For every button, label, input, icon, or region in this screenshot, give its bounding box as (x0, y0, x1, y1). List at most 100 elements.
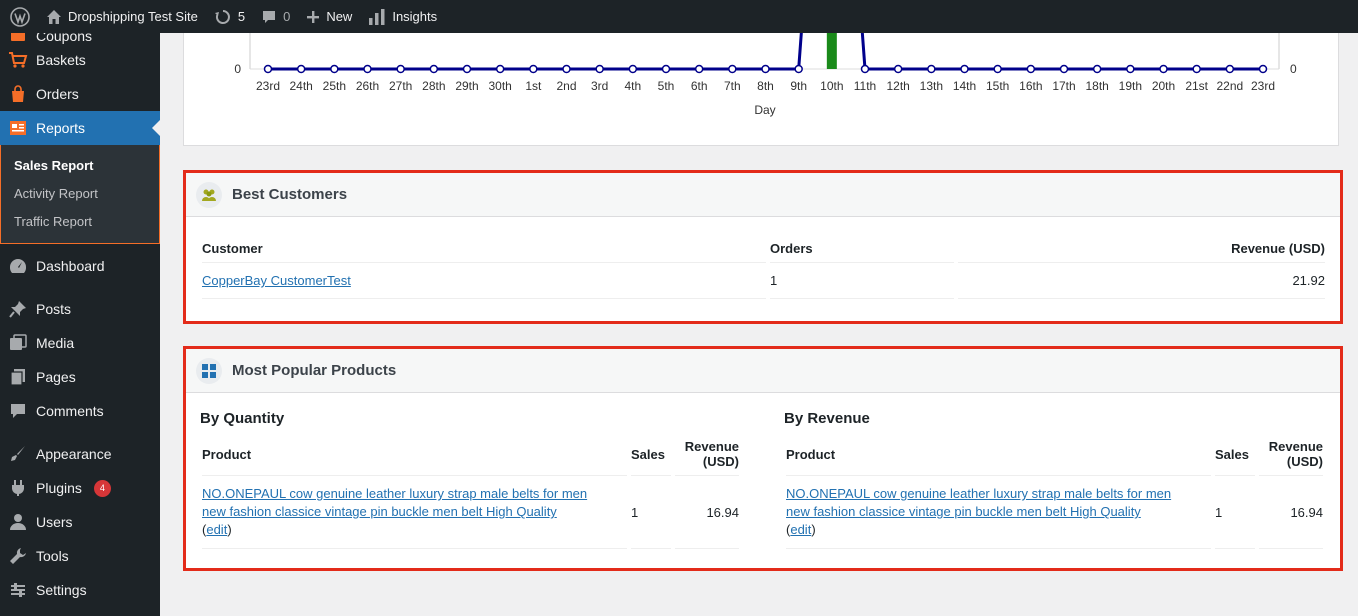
pin-icon (8, 299, 28, 319)
by-quantity-table: Product Sales Revenue (USD) NO.ONEPAUL c… (198, 433, 743, 549)
menu-item-settings[interactable]: Settings (0, 573, 160, 607)
settings-icon (8, 580, 28, 600)
menu-label: Baskets (36, 52, 86, 68)
wordpress-logo-button[interactable] (0, 0, 38, 33)
x-tick-label: 11th (854, 79, 876, 93)
x-tick-label: 3rd (591, 79, 608, 93)
x-tick-label: 23rd (256, 79, 280, 93)
menu-label: Media (36, 335, 75, 351)
dashboard-icon (8, 256, 28, 276)
submenu-sales-report[interactable]: Sales Report (1, 151, 159, 179)
x-tick-label: 20th (1152, 79, 1175, 93)
menu-item-tools[interactable]: Tools (0, 539, 160, 573)
revenue-cell: 16.94 (675, 476, 739, 549)
by-quantity-section: By Quantity Product Sales Revenue (USD) … (200, 410, 745, 549)
menu-label: Appearance (36, 446, 112, 462)
menu-item-comments[interactable]: Comments (0, 394, 160, 428)
product-name-line1: NO.ONEPAUL cow genuine leather luxury st… (202, 486, 588, 501)
comment-icon (8, 401, 28, 421)
menu-item-dashboard[interactable]: Dashboard (0, 249, 160, 283)
by-revenue-title: By Revenue (784, 410, 870, 427)
comments-count: 0 (283, 9, 291, 24)
menu-item-users[interactable]: Users (0, 505, 160, 539)
new-label: New (326, 9, 353, 24)
updates-icon (214, 9, 230, 24)
data-point (794, 64, 803, 74)
col-header-sales: Sales (631, 433, 671, 476)
menu-label: Comments (36, 403, 104, 419)
best-customers-table: Customer Orders Revenue (USD) CopperBay … (198, 235, 1329, 299)
data-point (1192, 64, 1201, 74)
pages-icon (8, 367, 28, 387)
data-point (728, 64, 737, 74)
comments-link[interactable]: 0 (253, 0, 298, 33)
col-header-revenue: Revenue (USD) (1259, 433, 1323, 476)
menu-item-orders[interactable]: Orders (0, 77, 160, 111)
edit-link[interactable]: edit (206, 522, 227, 537)
data-point (462, 64, 472, 74)
customer-link[interactable]: CopperBay CustomerTest (202, 273, 351, 288)
col-header-revenue: Revenue (USD) (675, 433, 739, 476)
product-cell: NO.ONEPAUL cow genuine leather luxury st… (202, 476, 627, 549)
home-icon (47, 9, 61, 24)
updates-link[interactable]: 5 (206, 0, 253, 33)
x-tick-label: 21st (1185, 79, 1208, 93)
product-link[interactable]: NO.ONEPAUL cow genuine leather luxury st… (202, 486, 587, 519)
data-point (927, 64, 936, 74)
revenue-header-line2: (USD) (702, 454, 739, 469)
x-tick-label: 19th (1119, 79, 1142, 93)
data-point (694, 64, 704, 74)
orders-icon (8, 84, 28, 104)
edit-link[interactable]: edit (790, 522, 811, 537)
new-content-link[interactable]: New (298, 0, 360, 33)
product-link[interactable]: NO.ONEPAUL cow genuine leather luxury st… (786, 486, 1171, 519)
x-tick-label: 13th (920, 79, 943, 93)
col-header-sales: Sales (1215, 433, 1255, 476)
updates-count: 5 (237, 9, 246, 24)
brush-icon (8, 444, 28, 464)
product-name-line2: new fashion classice vintage pin buckle … (202, 504, 557, 519)
revenue-header-line1: Revenue (684, 439, 739, 454)
x-tick-label: 5th (658, 79, 675, 93)
popular-products-title: Most Popular Products (232, 362, 397, 379)
y-tick-left: 0 (234, 62, 241, 76)
x-tick-label: 28th (422, 79, 445, 93)
menu-label: Dashboard (36, 258, 105, 274)
plugins-update-badge: 4 (93, 479, 111, 497)
menu-item-appearance[interactable]: Appearance (0, 437, 160, 471)
menu-item-posts[interactable]: Posts (0, 292, 160, 326)
data-point (562, 64, 571, 74)
admin-bar: Dropshipping Test Site 5 0 New Insights (0, 0, 1358, 33)
insights-link[interactable]: Insights (360, 0, 445, 33)
y-tick-right: 0 (1290, 62, 1297, 76)
menu-item-reports[interactable]: Reports (0, 111, 160, 145)
menu-label: Reports (36, 120, 86, 136)
menu-item-pages[interactable]: Pages (0, 360, 160, 394)
site-name: Dropshipping Test Site (68, 9, 198, 24)
x-tick-label: 18th (1085, 79, 1108, 93)
menu-item-plugins[interactable]: Plugins 4 (0, 471, 160, 505)
plugin-icon (8, 478, 28, 498)
admin-sidebar: Coupons Baskets Orders Reports Sales Rep… (0, 33, 160, 616)
popular-products-panel: Most Popular Products By Quantity Produc… (183, 346, 1343, 571)
revenue-header-line2: (USD) (1286, 454, 1323, 469)
x-tick-label: 8th (757, 79, 774, 93)
menu-item-media[interactable]: Media (0, 326, 160, 360)
users-group-icon (196, 181, 222, 208)
submenu-traffic-report[interactable]: Traffic Report (1, 207, 159, 235)
data-point (1026, 64, 1036, 74)
menu-separator (0, 428, 160, 437)
x-tick-label: 16th (1019, 79, 1042, 93)
site-name-link[interactable]: Dropshipping Test Site (38, 0, 206, 33)
product-cell: NO.ONEPAUL cow genuine leather luxury st… (786, 476, 1211, 549)
x-tick-label: 7th (724, 79, 741, 93)
data-point (661, 64, 671, 74)
menu-item-baskets[interactable]: Baskets (0, 43, 160, 77)
data-point (1159, 64, 1168, 74)
by-quantity-title: By Quantity (200, 410, 285, 427)
x-tick-label: 10th (820, 79, 843, 93)
best-customers-title: Best Customers (232, 186, 348, 203)
x-tick-label: 6th (691, 79, 708, 93)
submenu-activity-report[interactable]: Activity Report (1, 179, 159, 207)
data-point (761, 64, 770, 74)
